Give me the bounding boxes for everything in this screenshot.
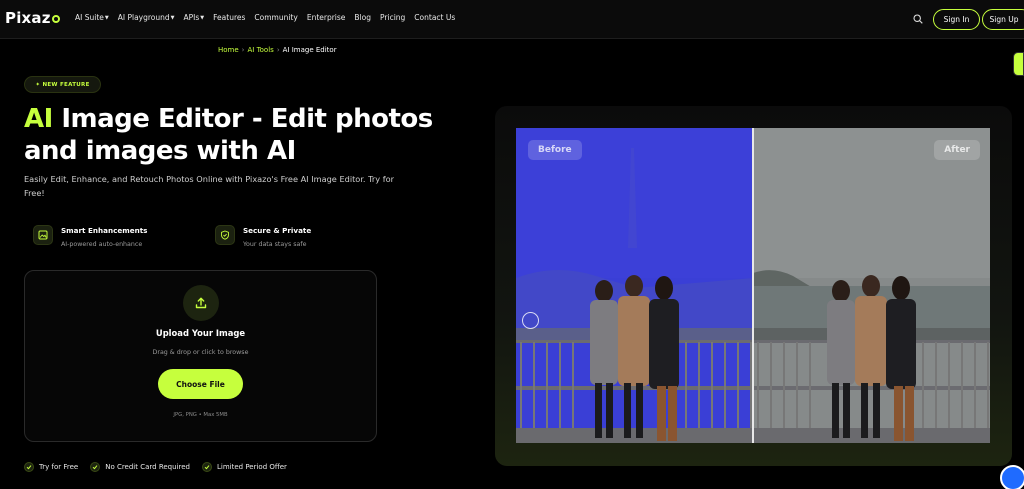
nav-blog[interactable]: Blog xyxy=(354,13,371,22)
nav-ai-suite[interactable]: AI Suite▼ xyxy=(75,13,109,22)
feature-title: Smart Enhancements xyxy=(61,226,148,235)
top-navbar: Pixaz AI Suite▼ AI Playground▼ APIs▼ Fea… xyxy=(0,0,1024,39)
comparison-divider[interactable] xyxy=(752,128,754,443)
breadcrumb-current: AI Image Editor xyxy=(282,46,337,54)
upload-subtitle: Drag & drop or click to browse xyxy=(152,349,249,356)
feature-description: AI-powered auto-enhance xyxy=(61,241,143,248)
feature-description: Your data stays safe xyxy=(243,241,307,248)
benefits-list: Try for Free No Credit Card Required Lim… xyxy=(24,462,287,472)
new-feature-badge: ✦ NEW FEATURE xyxy=(24,76,101,93)
page-title: AI Image Editor - Edit photos and images… xyxy=(24,104,433,166)
image-icon xyxy=(33,225,53,245)
nav-features[interactable]: Features xyxy=(213,13,245,22)
side-widget-tab[interactable] xyxy=(1013,52,1024,76)
upload-icon xyxy=(183,285,219,321)
nav-enterprise[interactable]: Enterprise xyxy=(307,13,346,22)
breadcrumb-ai-tools[interactable]: AI Tools xyxy=(247,46,273,54)
nav-links: AI Suite▼ AI Playground▼ APIs▼ Features … xyxy=(75,13,464,22)
feature-smart-enhancements: Smart Enhancements AI-powered auto-enhan… xyxy=(33,225,147,248)
nav-contact-us[interactable]: Contact Us xyxy=(414,13,455,22)
upload-title: Upload Your Image xyxy=(155,328,246,338)
shield-check-icon xyxy=(215,225,235,245)
before-label: Before xyxy=(528,140,582,160)
pixazo-logo[interactable]: Pixaz xyxy=(5,9,60,27)
search-icon[interactable] xyxy=(913,14,923,24)
nav-pricing[interactable]: Pricing xyxy=(380,13,405,22)
feature-secure-private: Secure & Private Your data stays safe xyxy=(215,225,311,248)
after-label: After xyxy=(934,140,980,160)
feature-title: Secure & Private xyxy=(243,226,312,235)
check-icon xyxy=(90,462,101,472)
slider-handle[interactable] xyxy=(522,312,539,329)
chat-widget-icon[interactable] xyxy=(1000,465,1024,489)
page-subtitle: Easily Edit, Enhance, and Retouch Photos… xyxy=(24,174,394,198)
sign-up-button[interactable]: Sign Up xyxy=(982,9,1024,30)
choose-file-button[interactable]: Choose File xyxy=(158,369,243,399)
nav-apis[interactable]: APIs▼ xyxy=(184,13,205,22)
before-image xyxy=(516,128,753,443)
breadcrumb: Home › AI Tools › AI Image Editor xyxy=(218,46,337,54)
benefit-item: No Credit Card Required xyxy=(90,462,190,472)
nav-ai-playground[interactable]: AI Playground▼ xyxy=(118,13,175,22)
breadcrumb-home[interactable]: Home xyxy=(218,46,239,54)
nav-community[interactable]: Community xyxy=(254,13,297,22)
upload-dropzone[interactable]: Upload Your Image Drag & drop or click t… xyxy=(24,270,377,442)
sign-in-button[interactable]: Sign In xyxy=(933,9,980,30)
check-icon xyxy=(201,462,212,472)
check-icon xyxy=(24,462,34,472)
upload-formats: JPG, PNG • Max 5MB xyxy=(173,412,228,418)
benefit-item: Limited Period Offer xyxy=(201,462,287,472)
benefit-item: Try for Free xyxy=(24,462,78,472)
after-image xyxy=(753,128,990,443)
before-after-comparison[interactable]: Before After xyxy=(516,128,990,443)
